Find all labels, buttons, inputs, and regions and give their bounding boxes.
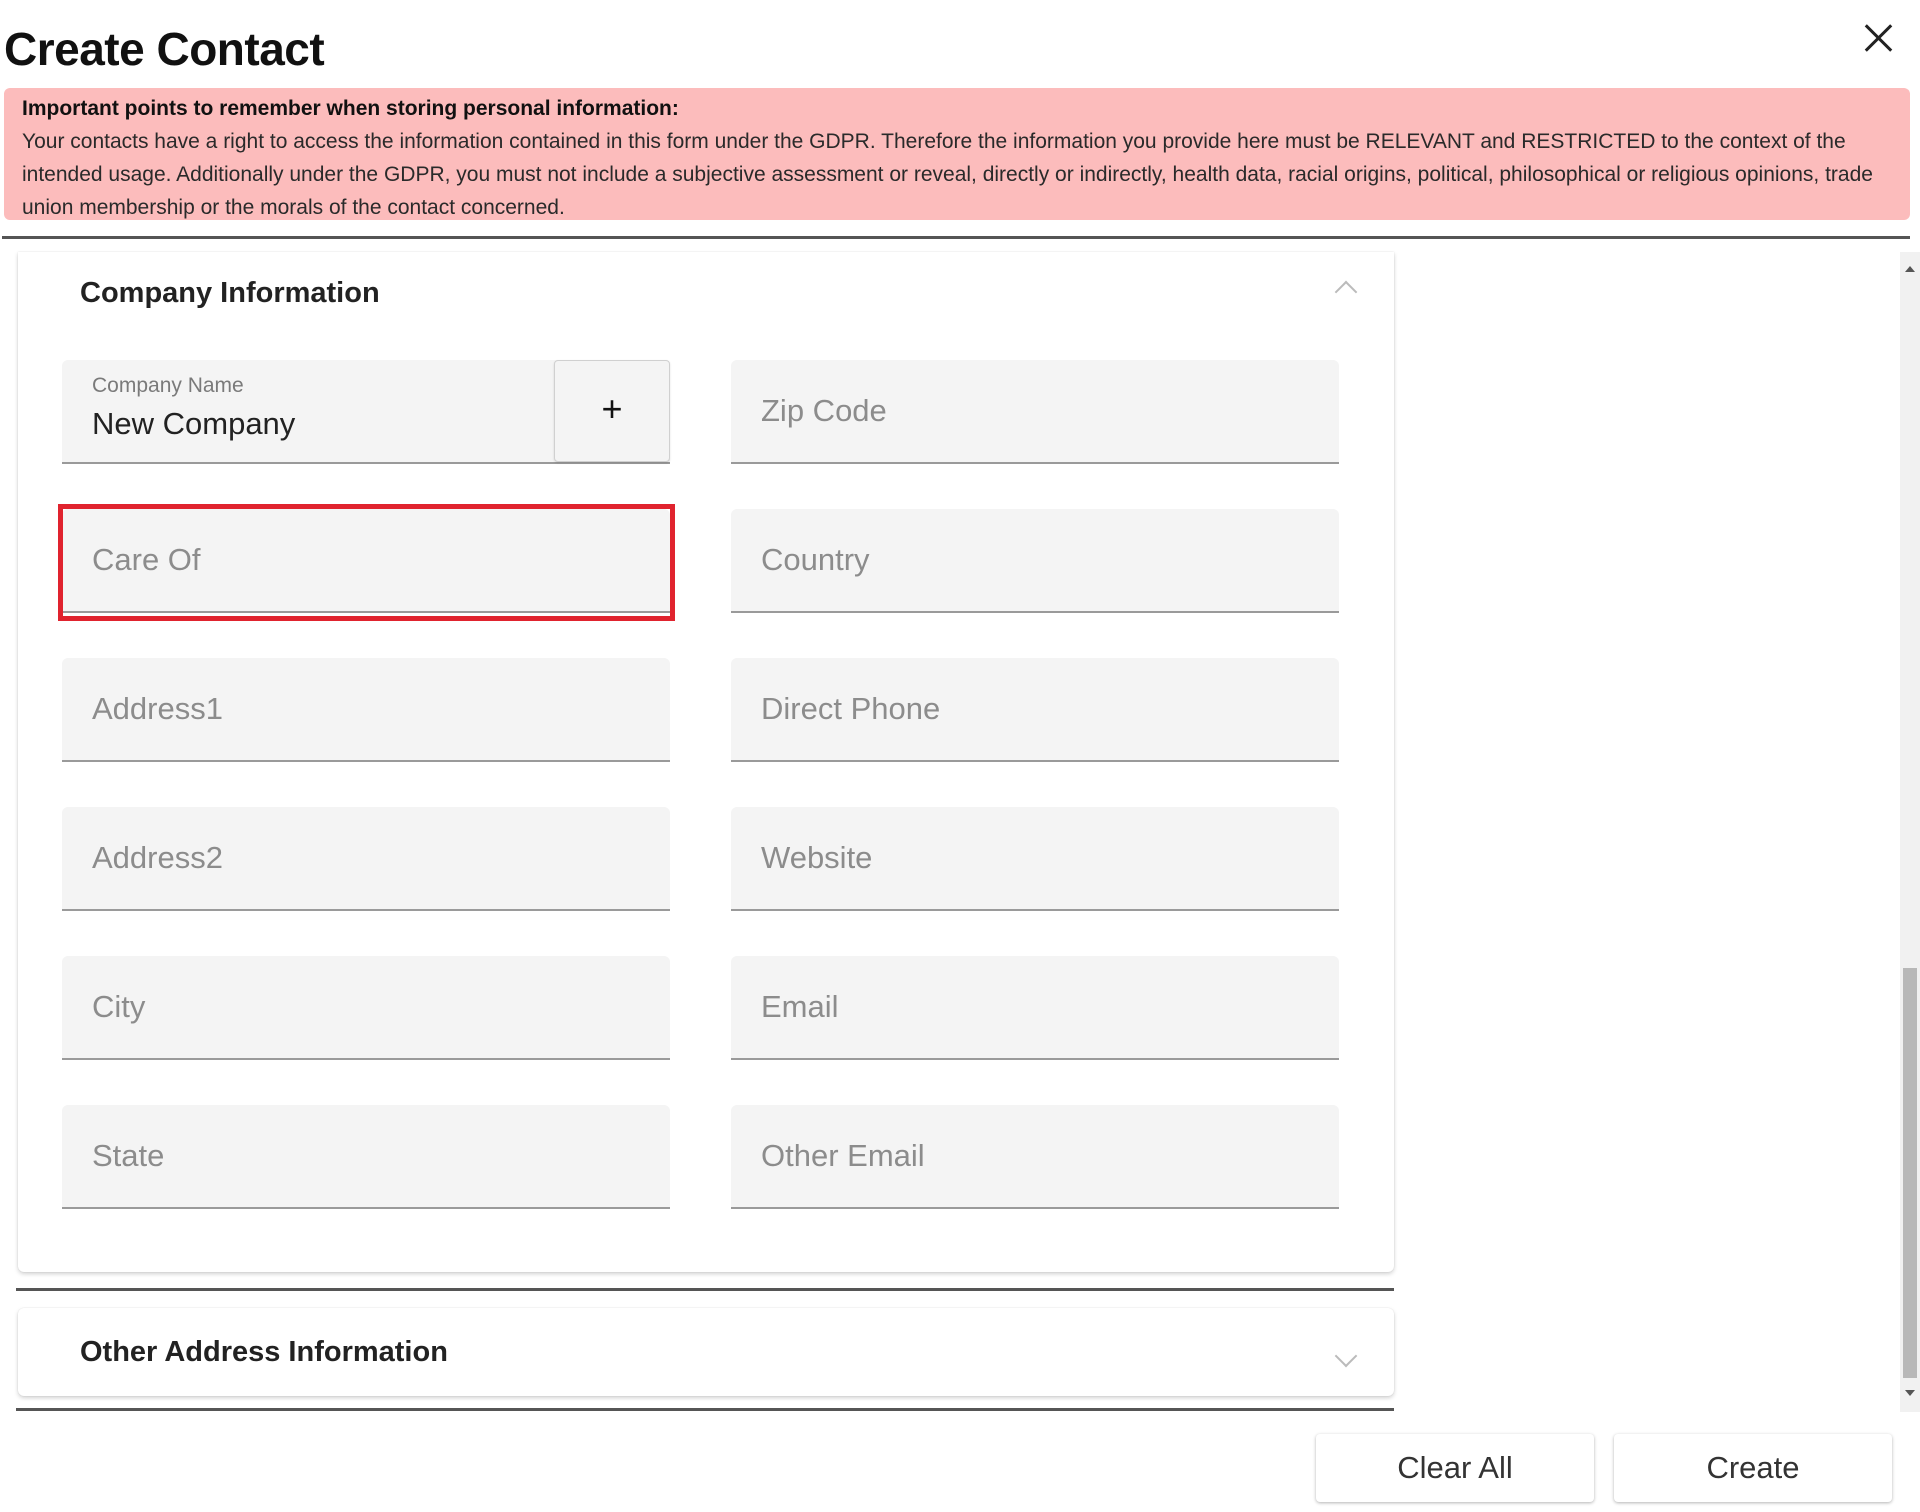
- other-email-placeholder: Other Email: [761, 1138, 925, 1173]
- highlight-box: [58, 504, 675, 621]
- gdpr-notice: Important points to remember when storin…: [4, 88, 1910, 220]
- city-field[interactable]: City: [62, 956, 670, 1060]
- zip-code-field[interactable]: Zip Code: [731, 360, 1339, 464]
- address1-placeholder: Address1: [92, 691, 223, 726]
- create-button[interactable]: Create: [1614, 1434, 1892, 1502]
- website-field[interactable]: Website: [731, 807, 1339, 911]
- other-email-field[interactable]: Other Email: [731, 1105, 1339, 1209]
- chevron-down-icon[interactable]: [1334, 1344, 1358, 1368]
- country-field[interactable]: Country: [731, 509, 1339, 613]
- divider: [16, 1288, 1394, 1291]
- scroll-up-icon[interactable]: [1905, 266, 1915, 272]
- notice-body: Your contacts have a right to access the…: [22, 130, 1873, 219]
- divider: [16, 1408, 1394, 1411]
- form-scroll-area[interactable]: Company Information Company Name New Com…: [0, 252, 1920, 1412]
- section-title-company-information: Company Information: [80, 277, 380, 309]
- email-field[interactable]: Email: [731, 956, 1339, 1060]
- company-name-value: New Company: [92, 406, 296, 441]
- scrollbar-thumb[interactable]: [1903, 968, 1917, 1378]
- direct-phone-placeholder: Direct Phone: [761, 691, 941, 726]
- website-placeholder: Website: [761, 840, 873, 875]
- direct-phone-field[interactable]: Direct Phone: [731, 658, 1339, 762]
- state-field[interactable]: State: [62, 1105, 670, 1209]
- city-placeholder: City: [92, 989, 146, 1024]
- other-address-panel[interactable]: Other Address Information: [18, 1308, 1394, 1396]
- section-title-other-address: Other Address Information: [80, 1336, 448, 1368]
- add-company-button[interactable]: +: [554, 360, 670, 462]
- state-placeholder: State: [92, 1138, 165, 1173]
- divider: [2, 236, 1910, 239]
- company-information-panel: Company Information Company Name New Com…: [18, 252, 1394, 1272]
- zip-code-placeholder: Zip Code: [761, 393, 887, 428]
- email-placeholder: Email: [761, 989, 839, 1024]
- address2-placeholder: Address2: [92, 840, 223, 875]
- dialog-title: Create Contact: [4, 23, 325, 75]
- clear-all-button[interactable]: Clear All: [1316, 1434, 1594, 1502]
- vertical-scrollbar[interactable]: [1900, 252, 1920, 1412]
- close-icon[interactable]: [1858, 18, 1898, 58]
- chevron-up-icon[interactable]: [1334, 280, 1358, 304]
- scroll-down-icon[interactable]: [1905, 1390, 1915, 1396]
- address1-field[interactable]: Address1: [62, 658, 670, 762]
- company-name-field[interactable]: Company Name New Company +: [62, 360, 670, 464]
- company-name-label: Company Name: [92, 374, 244, 397]
- notice-heading: Important points to remember when storin…: [22, 97, 679, 120]
- country-placeholder: Country: [761, 542, 870, 577]
- address2-field[interactable]: Address2: [62, 807, 670, 911]
- create-contact-dialog: Create Contact Important points to remem…: [0, 0, 1920, 1512]
